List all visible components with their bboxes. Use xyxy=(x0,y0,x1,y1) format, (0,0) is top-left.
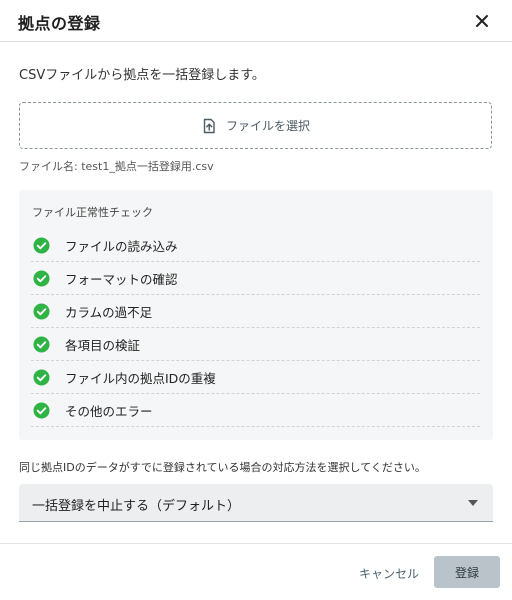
check-item-label: ファイル内の拠点IDの重複 xyxy=(65,370,216,386)
footer-divider xyxy=(0,543,512,544)
check-circle-icon xyxy=(33,335,50,353)
check-item: フォーマットの確認 xyxy=(31,262,480,295)
check-circle-icon xyxy=(33,401,50,419)
register-locations-dialog: 拠点の登録 CSVファイルから拠点を一括登録します。 ファイルを選択 ファイル名… xyxy=(0,0,512,600)
check-item: その他のエラー xyxy=(31,394,480,427)
dialog-title: 拠点の登録 xyxy=(18,14,101,33)
duplicate-handling-select[interactable]: 一括登録を中止する（デフォルト） xyxy=(19,484,493,522)
check-panel-title: ファイル正常性チェック xyxy=(32,206,153,219)
selected-file-name: ファイル名: test1_拠点一括登録用.csv xyxy=(19,160,214,173)
check-list: ファイルの読み込み フォーマットの確認 カラムの過不足 各項目の検証 ファイル内… xyxy=(31,229,480,427)
check-item: ファイルの読み込み xyxy=(31,229,480,262)
cancel-button[interactable]: キャンセル xyxy=(352,558,426,588)
dialog-header: 拠点の登録 xyxy=(0,0,512,42)
file-select-button[interactable]: ファイルを選択 xyxy=(19,102,492,149)
check-circle-icon xyxy=(33,368,50,386)
check-item: カラムの過不足 xyxy=(31,295,480,328)
duplicate-handling-value: 一括登録を中止する（デフォルト） xyxy=(32,499,241,514)
close-button[interactable] xyxy=(470,9,494,33)
check-circle-icon xyxy=(33,302,50,320)
intro-text: CSVファイルから拠点を一括登録します。 xyxy=(19,68,265,83)
check-circle-icon xyxy=(33,236,50,254)
check-circle-icon xyxy=(33,269,50,287)
file-check-panel: ファイル正常性チェック ファイルの読み込み フォーマットの確認 カラムの過不足 … xyxy=(19,190,493,440)
check-item-label: ファイルの読み込み xyxy=(65,238,178,254)
check-item-label: 各項目の検証 xyxy=(65,337,141,353)
check-item-label: フォーマットの確認 xyxy=(65,271,178,287)
dropdown-arrow-icon xyxy=(468,500,478,506)
check-item-label: その他のエラー xyxy=(65,403,153,419)
duplicate-handling-description: 同じ拠点IDのデータがすでに登録されている場合の対応方法を選択してください。 xyxy=(19,461,426,474)
check-item: ファイル内の拠点IDの重複 xyxy=(31,361,480,394)
file-select-label: ファイルを選択 xyxy=(225,119,310,133)
register-button[interactable]: 登録 xyxy=(434,556,500,588)
close-icon xyxy=(476,15,488,27)
check-item: 各項目の検証 xyxy=(31,328,480,361)
upload-file-icon xyxy=(203,118,215,133)
check-item-label: カラムの過不足 xyxy=(65,304,153,320)
